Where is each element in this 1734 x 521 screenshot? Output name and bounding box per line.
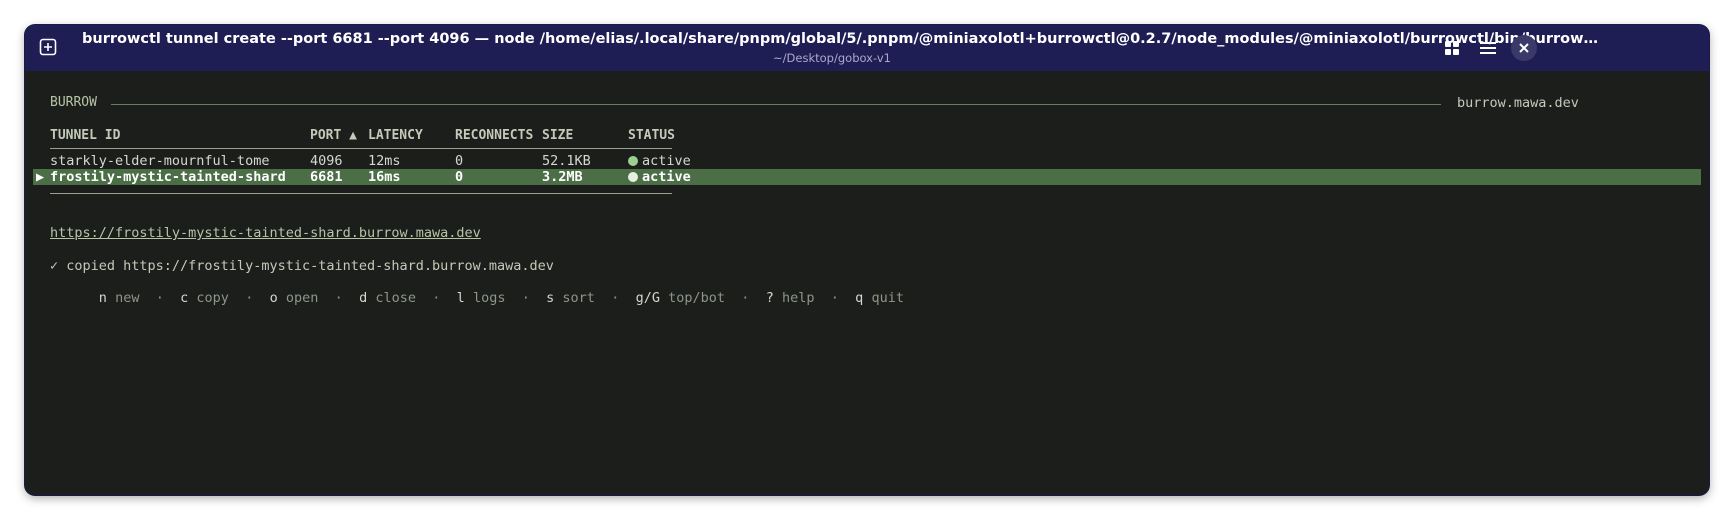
status-dot-icon — [628, 156, 638, 166]
help-desc-new: new — [115, 290, 140, 306]
grid-icon[interactable] — [1439, 35, 1465, 61]
tunnel-status: active — [628, 153, 691, 169]
close-icon[interactable] — [1511, 35, 1537, 61]
tunnel-id: frostily-mystic-tainted-shard — [50, 169, 286, 185]
help-desc-sort: sort — [562, 290, 595, 306]
help-separator: · — [611, 290, 620, 306]
help-separator: · — [432, 290, 441, 306]
column-header-latency[interactable]: LATENCY — [368, 128, 423, 143]
table-row[interactable]: starkly-elder-mournful-tome 4096 12ms 0 … — [33, 153, 1701, 169]
help-key-copy: c — [180, 290, 189, 306]
help-key-help: ? — [765, 290, 774, 306]
hamburger-menu-icon[interactable] — [1475, 35, 1501, 61]
title-bar: burrowctl tunnel create --port 6681 --po… — [25, 25, 1709, 71]
tunnel-url-link[interactable]: https://frostily-mystic-tainted-shard.bu… — [50, 225, 481, 241]
status-dot-icon — [628, 172, 638, 182]
keybinding-help: n new · c copy · o open · d close · l lo… — [50, 274, 904, 322]
column-header-port[interactable]: PORT ▲ — [310, 128, 357, 143]
help-separator: · — [521, 290, 530, 306]
help-desc-close: close — [375, 290, 416, 306]
help-key-open: o — [269, 290, 278, 306]
help-desc-open: open — [285, 290, 319, 306]
status-text: active — [642, 153, 691, 169]
help-key-close: d — [359, 290, 368, 306]
help-desc-logs: logs — [472, 290, 506, 306]
tunnel-status: active — [628, 169, 691, 185]
new-tab-icon[interactable] — [39, 38, 57, 56]
help-key-new: n — [98, 290, 107, 306]
help-key-quit: q — [855, 290, 864, 306]
tunnel-latency: 12ms — [368, 153, 401, 169]
table-top-rule — [50, 148, 672, 149]
help-key-logs: l — [456, 290, 465, 306]
column-header-tunnel-id[interactable]: TUNNEL ID — [50, 128, 120, 143]
help-desc-help: help — [781, 290, 815, 306]
help-separator: · — [155, 290, 164, 306]
column-header-size[interactable]: SIZE — [542, 128, 573, 143]
status-message: ✓ copied https://frostily-mystic-tainted… — [50, 258, 554, 274]
column-header-reconnects[interactable]: RECONNECTS — [455, 128, 533, 143]
app-name: BURROW — [50, 95, 97, 110]
column-header-status[interactable]: STATUS — [628, 128, 675, 143]
help-desc-top-bot: top/bot — [668, 290, 726, 306]
table-bottom-rule — [50, 193, 672, 194]
tunnel-port: 4096 — [310, 153, 343, 169]
header-rule — [111, 104, 1441, 105]
window-title: burrowctl tunnel create --port 6681 --po… — [82, 31, 1602, 47]
tunnel-port: 6681 — [310, 169, 343, 185]
tunnel-reconnects: 0 — [455, 169, 464, 185]
status-text: active — [642, 169, 691, 185]
tunnel-latency: 16ms — [368, 169, 401, 185]
app-domain: burrow.mawa.dev — [1457, 95, 1579, 111]
help-desc-quit: quit — [871, 290, 904, 306]
table-row-selected[interactable]: ▶ frostily-mystic-tainted-shard 6681 16m… — [33, 169, 1701, 185]
help-desc-copy: copy — [196, 290, 229, 306]
help-key-sort: s — [546, 290, 555, 306]
tunnel-reconnects: 0 — [455, 153, 464, 169]
help-separator: · — [334, 290, 343, 306]
help-separator: · — [741, 290, 750, 306]
help-separator: · — [245, 290, 254, 306]
terminal-window: burrowctl tunnel create --port 6681 --po… — [25, 25, 1709, 495]
tunnel-size: 52.1KB — [542, 153, 591, 169]
window-subtitle: ~/Desktop/gobox-v1 — [773, 51, 891, 65]
terminal-area[interactable]: BURROW burrow.mawa.dev TUNNEL ID PORT ▲ … — [33, 77, 1701, 487]
help-separator: · — [830, 290, 839, 306]
help-key-top-bot: g/G — [635, 290, 660, 306]
tunnel-id: starkly-elder-mournful-tome — [50, 153, 270, 169]
selection-marker-icon: ▶ — [36, 169, 45, 185]
tunnel-size: 3.2MB — [542, 169, 583, 185]
